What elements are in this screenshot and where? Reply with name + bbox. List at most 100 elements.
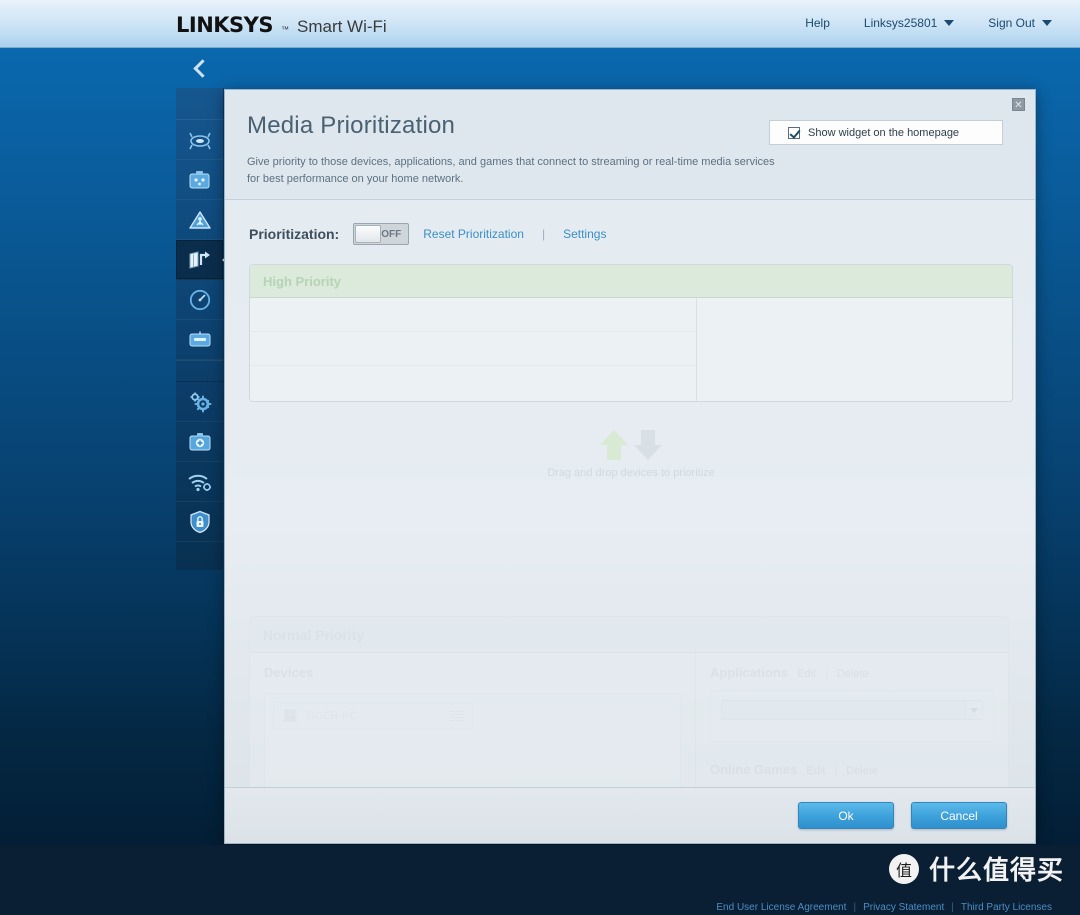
sidebar-item-router-settings[interactable] <box>176 120 223 160</box>
show-widget-option[interactable]: Show widget on the homepage <box>769 120 1003 145</box>
sidebar-item-guest-access[interactable] <box>176 160 223 200</box>
sidebar-item-speed-test[interactable] <box>176 280 223 320</box>
devices-title: Devices <box>264 665 314 680</box>
prioritization-controls: Prioritization: OFF Reset Prioritization… <box>249 220 1013 248</box>
applications-select[interactable] <box>721 700 983 720</box>
wireless-icon <box>187 474 211 491</box>
sidebar-item-wireless[interactable] <box>176 462 223 502</box>
brand-product: Smart Wi-Fi <box>297 17 387 36</box>
high-priority-apps-column[interactable] <box>697 298 1012 401</box>
dialog-footer: Ok Cancel <box>225 787 1035 843</box>
prioritization-label: Prioritization: <box>249 226 340 242</box>
router-icon <box>188 132 211 149</box>
security-shield-icon <box>189 510 210 533</box>
devices-header: Devices <box>264 665 681 680</box>
dialog-body: Prioritization: OFF Reset Prioritization… <box>225 200 1035 787</box>
device-item[interactable]: TIGER-PC <box>273 702 473 730</box>
brand-trademark: ™ <box>281 25 289 34</box>
applications-delete-link[interactable]: Delete <box>837 668 869 680</box>
footer-separator: | <box>853 902 857 913</box>
sidebar-item-security[interactable] <box>176 502 223 542</box>
normal-priority-body: Devices TIGER-PC Applications Edit | Del… <box>250 653 1008 787</box>
sign-out-menu[interactable]: Sign Out <box>988 16 1052 30</box>
normal-priority-header: Normal Priority <box>250 617 1008 653</box>
normal-priority-title: Normal Priority <box>263 626 365 643</box>
online-games-header: Online Games Edit | Delete <box>710 762 994 777</box>
sidebar <box>176 88 230 570</box>
applications-header: Applications Edit | Delete <box>710 665 994 680</box>
speed-test-icon <box>189 289 210 310</box>
footer-separator: | <box>951 902 954 913</box>
top-navigation: Help Linksys25801 Sign Out <box>805 16 1052 30</box>
link-separator: | <box>541 227 546 241</box>
page-footer: 值 什么值得买 End User License Agreement | Pri… <box>0 845 1080 915</box>
high-priority-devices-column[interactable] <box>250 298 697 401</box>
show-widget-checkbox[interactable] <box>788 126 800 139</box>
applications-title: Applications <box>710 665 789 680</box>
applications-link-separator: | <box>824 668 828 680</box>
applications-list[interactable] <box>710 690 994 742</box>
chevron-down-icon <box>1042 20 1052 26</box>
top-bar: LINKSYS ™ Smart Wi-Fi Help Linksys25801 … <box>0 0 1080 48</box>
devices-column: Devices TIGER-PC <box>250 653 696 787</box>
sidebar-item-external-storage[interactable] <box>176 320 223 360</box>
guest-access-icon <box>189 171 210 189</box>
online-games-link-separator: | <box>834 765 838 777</box>
watermark: 值 什么值得买 <box>888 850 1064 887</box>
drag-drop-hint: Drag and drop devices to prioritize <box>249 428 1013 479</box>
parental-controls-icon <box>188 210 211 229</box>
account-label: Linksys25801 <box>863 16 938 30</box>
drag-handle-icon[interactable] <box>450 711 464 721</box>
online-games-title: Online Games <box>710 762 798 777</box>
ok-button[interactable]: Ok <box>798 802 894 829</box>
sidebar-item-parental-controls[interactable] <box>176 200 223 240</box>
drag-drop-text: Drag and drop devices to prioritize <box>547 467 715 479</box>
high-priority-slot[interactable] <box>250 366 696 400</box>
troubleshooting-icon <box>189 433 210 451</box>
sidebar-item-connectivity[interactable] <box>176 382 223 422</box>
eula-link[interactable]: End User License Agreement <box>716 902 846 913</box>
arrow-up-icon <box>600 430 628 460</box>
sign-out-label: Sign Out <box>988 16 1035 30</box>
computer-icon <box>282 709 297 722</box>
media-prioritization-dialog: ✕ Show widget on the homepage Media Prio… <box>224 89 1036 844</box>
toggle-state-label: OFF <box>381 228 402 240</box>
online-games-delete-link[interactable]: Delete <box>846 765 878 777</box>
account-menu[interactable]: Linksys25801 <box>863 16 955 30</box>
sidebar-item-troubleshooting[interactable] <box>176 422 223 462</box>
settings-link[interactable]: Settings <box>563 227 606 241</box>
chevron-down-icon <box>944 20 955 26</box>
dialog-header: ✕ Show widget on the homepage Media Prio… <box>225 90 1035 200</box>
help-link[interactable]: Help <box>805 16 830 30</box>
privacy-statement-link[interactable]: Privacy Statement <box>863 902 944 913</box>
chevron-down-icon[interactable] <box>965 701 982 719</box>
connectivity-gears-icon <box>189 391 211 412</box>
high-priority-slot[interactable] <box>250 298 696 332</box>
applications-edit-link[interactable]: Edit <box>797 668 816 680</box>
device-name: TIGER-PC <box>305 710 358 722</box>
dialog-description: Give priority to those devices, applicat… <box>247 156 775 185</box>
chevron-left-icon <box>192 58 212 78</box>
arrow-down-icon <box>634 430 662 460</box>
prioritization-toggle[interactable]: OFF <box>353 223 410 245</box>
normal-priority-panel[interactable]: Normal Priority Devices TIGER-PC Applica… <box>249 616 1009 787</box>
sidebar-item-media-prioritization[interactable] <box>176 240 230 280</box>
high-priority-body <box>250 298 1012 401</box>
watermark-logo: 值 <box>888 853 919 884</box>
close-icon[interactable]: ✕ <box>1012 98 1025 111</box>
online-games-edit-link[interactable]: Edit <box>806 765 825 777</box>
devices-list[interactable]: TIGER-PC <box>264 693 681 787</box>
brand-name: LINKSYS <box>176 13 274 37</box>
media-prioritization-icon <box>189 250 210 269</box>
sidebar-collapse-button[interactable] <box>176 48 224 88</box>
cancel-button[interactable]: Cancel <box>911 802 1007 829</box>
high-priority-slot[interactable] <box>250 332 696 366</box>
high-priority-panel[interactable]: High Priority <box>249 264 1013 402</box>
drag-arrows <box>598 428 664 462</box>
show-widget-label: Show widget on the homepage <box>808 126 960 139</box>
third-party-licenses-link[interactable]: Third Party Licenses <box>961 902 1052 913</box>
watermark-text: 什么值得买 <box>928 856 1064 886</box>
sidebar-divider <box>176 360 223 382</box>
toggle-knob <box>355 225 382 243</box>
reset-prioritization-link[interactable]: Reset Prioritization <box>423 227 524 241</box>
